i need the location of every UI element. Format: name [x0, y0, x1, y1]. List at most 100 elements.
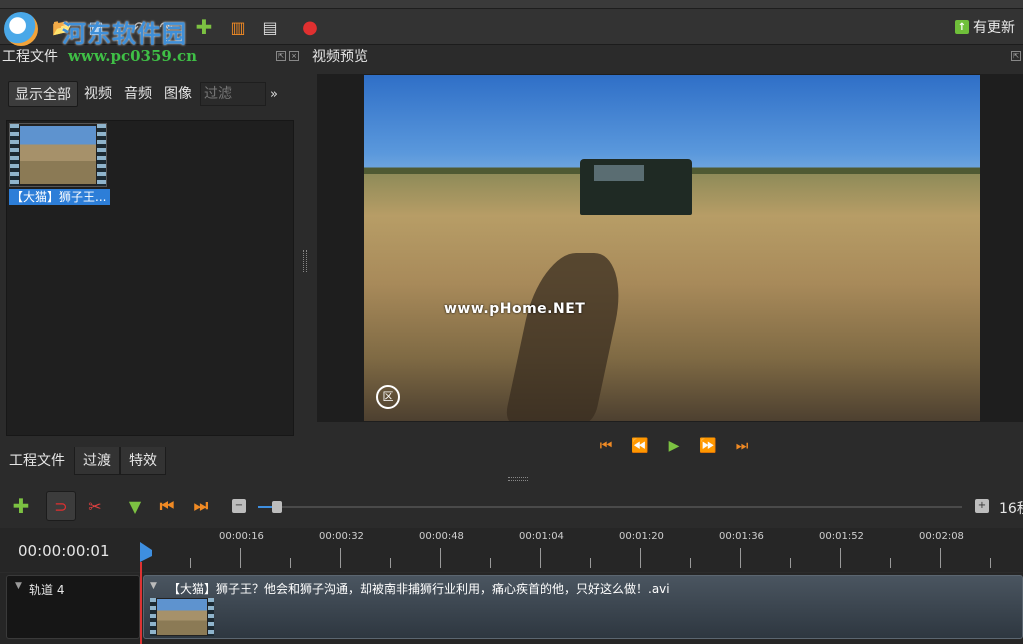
preview-float-icon[interactable]: ⇱ [1011, 51, 1021, 61]
ruler-tick [490, 558, 491, 568]
jeep-window [594, 165, 644, 181]
jump-to-start-icon[interactable]: ⏮ [596, 437, 616, 455]
film-strip-icon [150, 598, 156, 636]
play-icon[interactable]: ▶ [664, 437, 684, 455]
ruler-label: 00:01:52 [819, 531, 864, 542]
timeline-toolbar: ✚ ⊃ ✂ ▼ ⏮ ⏭ − + 16秒 [0, 488, 1023, 524]
file-thumbnail [9, 123, 107, 187]
zoom-slider-fill [258, 506, 272, 508]
ruler-tick [190, 558, 191, 568]
ruler-label: 00:01:20 [619, 531, 664, 542]
menu-bar [0, 0, 1023, 9]
jump-to-end-icon[interactable]: ⏭ [732, 437, 752, 455]
filter-bar: 显示全部 视频 音频 图像 过滤 » [8, 81, 278, 107]
add-marker-icon[interactable]: ▼ [124, 495, 146, 517]
ruler-tick [290, 558, 291, 568]
ruler-label: 00:01:04 [519, 531, 564, 542]
tab-project-files[interactable]: 工程文件 [0, 447, 74, 475]
video-jeep [580, 159, 692, 215]
ruler-tick [840, 548, 841, 568]
ruler-tick [640, 548, 641, 568]
update-label: 有更新 [973, 20, 1015, 36]
zoom-in-icon[interactable]: + [975, 499, 989, 513]
ruler-tick [890, 558, 891, 568]
video-preview-title: 视频预览 [312, 49, 368, 65]
clip-title: 【大猫】狮子王？他会和狮子沟通，却被南非捕狮行业利用，痛心疾首的他，只好这么做！… [168, 582, 670, 596]
filter-video[interactable]: 视频 [78, 81, 118, 107]
ruler-label: 00:00:48 [419, 531, 464, 542]
film-strip-icon [10, 124, 19, 186]
panel-close-icon[interactable]: × [289, 51, 299, 61]
undo-icon[interactable]: ↶ [128, 17, 148, 37]
ruler-tick [790, 558, 791, 568]
clip-thumbnail-image [157, 599, 207, 635]
track-header[interactable]: ▼ 轨道 4 [6, 575, 140, 639]
file-item[interactable]: 【大猫】狮子王... [9, 123, 110, 205]
ruler-tick [540, 548, 541, 568]
rewind-icon[interactable]: ⏪ [630, 437, 650, 455]
ruler-label: 00:00:16 [219, 531, 264, 542]
ruler-label: 00:02:08 [919, 531, 964, 542]
ruler-tick [940, 548, 941, 568]
ruler-tick [990, 558, 991, 568]
add-track-icon[interactable]: ✚ [10, 494, 32, 518]
playback-controls: ⏮ ⏪ ▶ ⏩ ⏭ [596, 437, 752, 455]
zoom-slider-handle[interactable] [272, 501, 282, 513]
playhead-handle[interactable] [140, 542, 152, 562]
zoom-slider[interactable] [258, 501, 962, 513]
zoom-out-icon[interactable]: − [232, 499, 246, 513]
fast-forward-icon[interactable]: ⏩ [698, 437, 718, 455]
ruler-tick [740, 548, 741, 568]
film-strip-icon [208, 598, 214, 636]
left-panel-tabs: 工程文件 过渡 特效 [0, 447, 166, 475]
save-project-icon[interactable]: ▣ [86, 17, 106, 37]
thumbnail-image [20, 126, 96, 184]
clip-menu-icon[interactable]: ▼ [150, 581, 157, 591]
track-name: 轨道 4 [29, 583, 65, 597]
next-marker-icon[interactable]: ⏭ [190, 495, 212, 517]
ruler-label: 00:00:32 [319, 531, 364, 542]
film-strip-icon [97, 124, 106, 186]
more-filters-icon[interactable]: » [270, 87, 278, 102]
project-files-title: 工程文件 [2, 49, 58, 65]
file-label: 【大猫】狮子王... [9, 189, 110, 205]
file-list: 【大猫】狮子王... [6, 120, 294, 436]
ruler-tick [240, 548, 241, 568]
choose-profile-icon[interactable]: ▥ [228, 17, 248, 37]
filter-audio[interactable]: 音频 [118, 81, 158, 107]
preview-area: www.pHome.NET 区 [317, 74, 1023, 422]
main-toolbar: 📂 ▣ ↶ ↷ ✚ ▥ ▤ ● ↑ 有更新 [0, 9, 1023, 45]
playhead-line [140, 562, 142, 644]
previous-marker-icon[interactable]: ⏮ [156, 495, 178, 517]
tab-effects[interactable]: 特效 [120, 447, 166, 475]
clip-thumbnail [150, 598, 214, 636]
ruler-tick [590, 558, 591, 568]
timeline-track: ▼ 轨道 4 ▼ 【大猫】狮子王？他会和狮子沟通，却被南非捕狮行业利用，痛心疾首… [0, 573, 1023, 644]
update-arrow-icon: ↑ [955, 20, 969, 34]
snapping-magnet-icon[interactable]: ⊃ [46, 491, 76, 521]
ruler-label: 00:01:36 [719, 531, 764, 542]
track-collapse-icon[interactable]: ▼ [15, 581, 22, 591]
panel-float-icon[interactable]: ⇱ [276, 51, 286, 61]
ruler-tick [440, 548, 441, 568]
project-files-panel: 工程文件 ⇱ × 显示全部 视频 音频 图像 过滤 » 【大猫】狮子王... [0, 46, 302, 474]
current-time-display: 00:00:00:01 [18, 542, 110, 560]
horizontal-splitter[interactable] [508, 477, 528, 481]
filter-image[interactable]: 图像 [158, 81, 198, 107]
tab-transitions[interactable]: 过渡 [74, 447, 120, 475]
timeline-ruler[interactable]: 00:00:00:01 00:00:16 00:00:32 00:00:48 0… [0, 528, 1023, 572]
open-project-icon[interactable]: 📂 [52, 17, 72, 37]
export-video-icon[interactable]: ● [300, 17, 320, 38]
vertical-splitter[interactable] [303, 250, 307, 272]
ruler-tick [690, 558, 691, 568]
timeline-clip[interactable]: ▼ 【大猫】狮子王？他会和狮子沟通，却被南非捕狮行业利用，痛心疾首的他，只好这么… [143, 575, 1023, 639]
update-button[interactable]: ↑ 有更新 [955, 17, 1015, 37]
razor-cut-icon[interactable]: ✂ [84, 495, 106, 517]
redo-icon[interactable]: ↷ [156, 17, 176, 37]
video-frame: www.pHome.NET 区 [364, 75, 980, 421]
filter-input[interactable]: 过滤 [200, 82, 266, 106]
filter-show-all[interactable]: 显示全部 [8, 81, 78, 107]
ruler-tick [340, 548, 341, 568]
fullscreen-icon[interactable]: ▤ [260, 17, 280, 37]
import-files-icon[interactable]: ✚ [194, 15, 214, 39]
